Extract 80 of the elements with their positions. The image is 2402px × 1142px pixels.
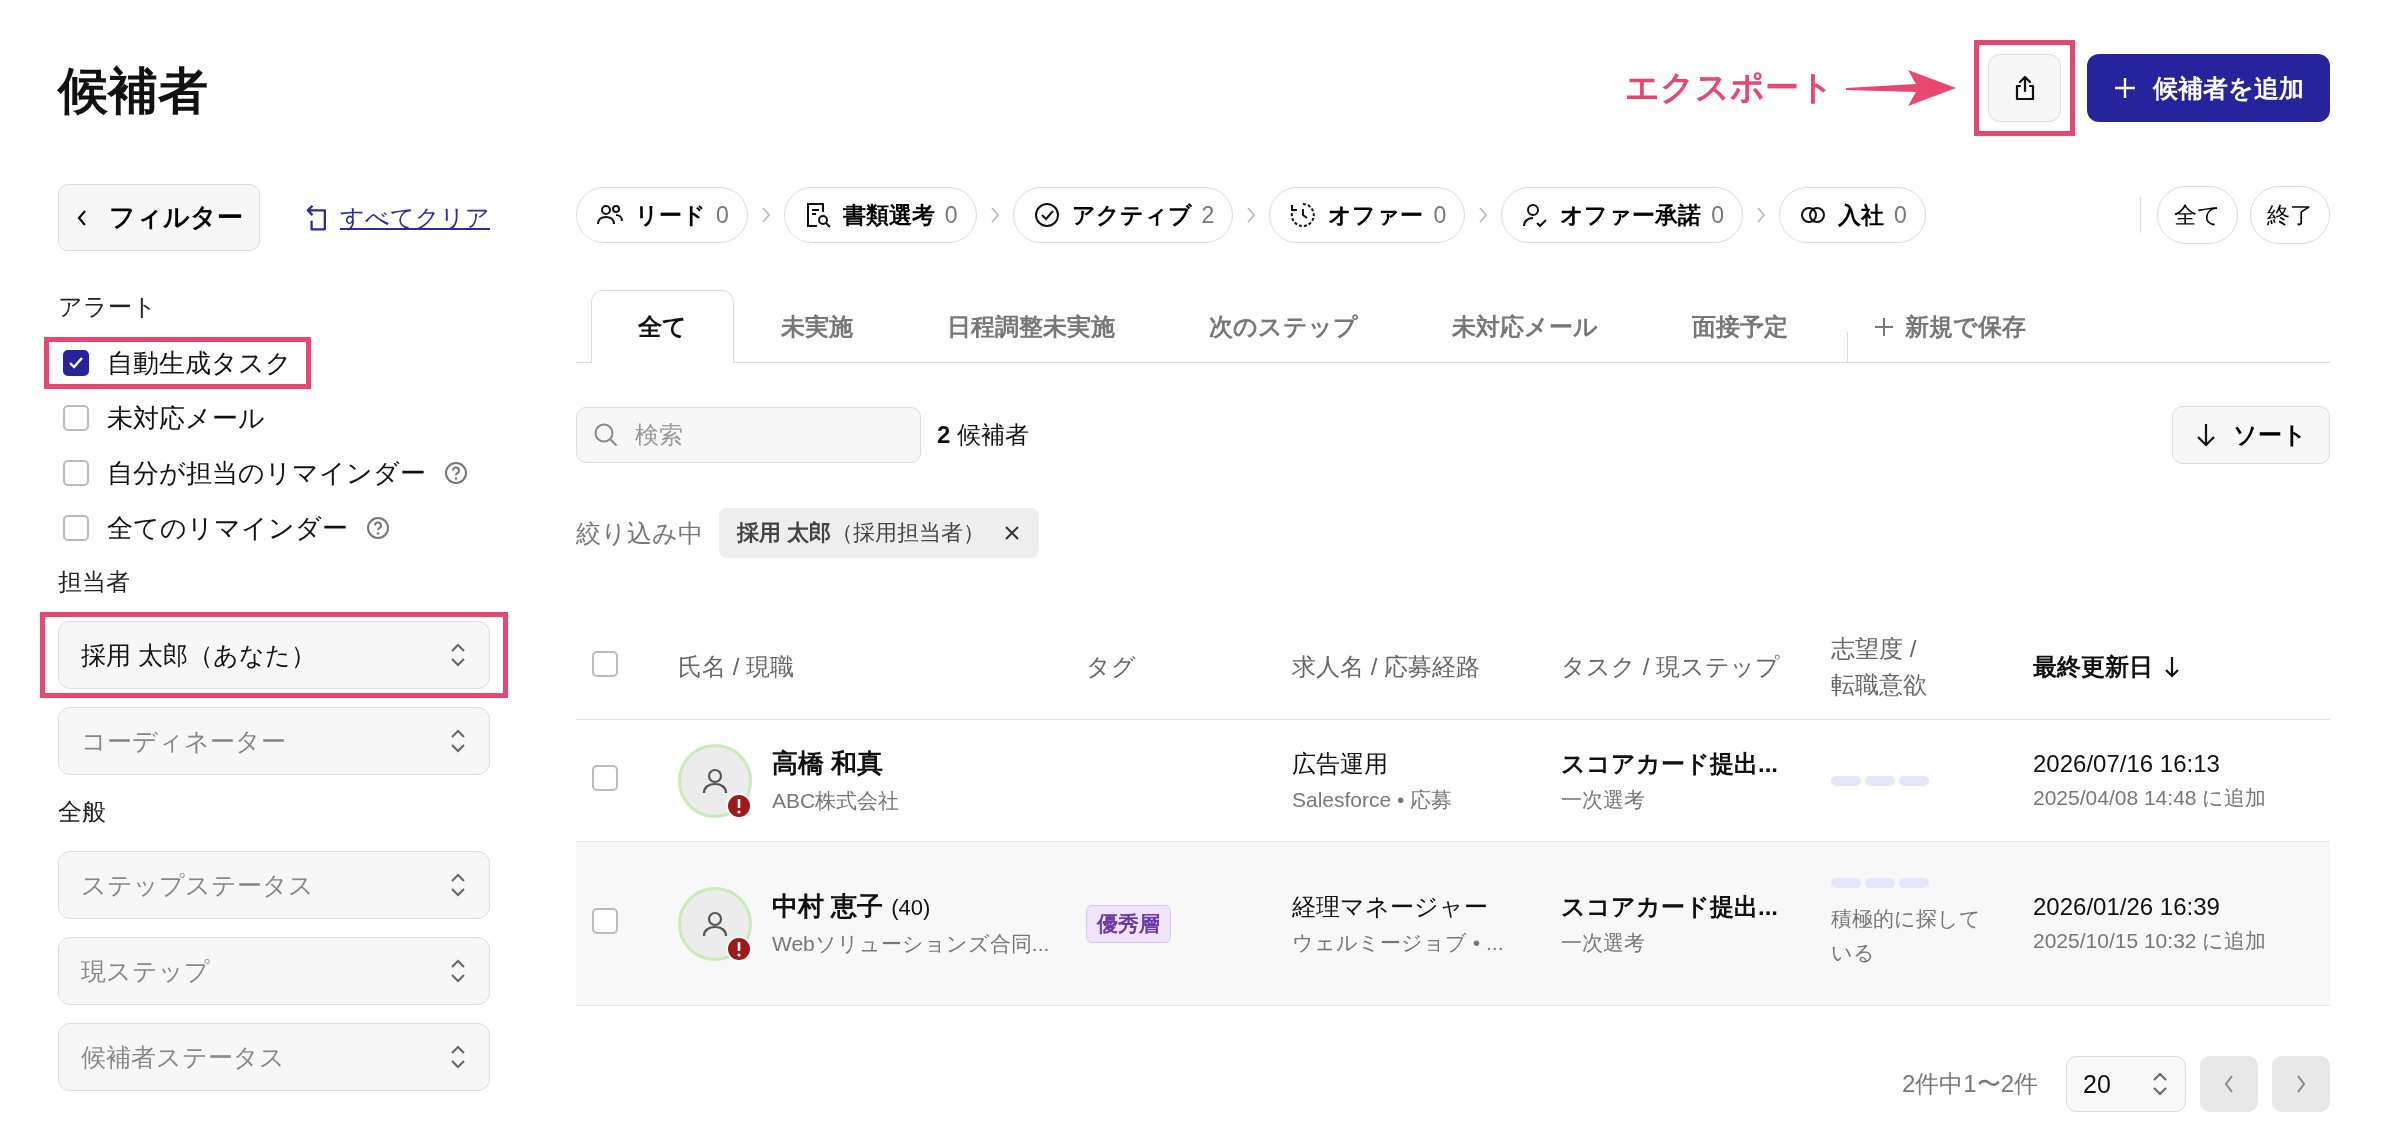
- task-name: スコアカード提出...: [1561, 748, 1779, 779]
- current-company: Webソリューションズ合同...: [772, 931, 1050, 957]
- checkbox-label: 未対応メール: [107, 401, 265, 435]
- updated-date: 2026/07/16 16:13: [2033, 749, 2221, 778]
- stage-button[interactable]: リード 0: [576, 187, 748, 243]
- checkbox-label: 全てのリマインダー: [107, 511, 348, 545]
- stage-filter-button[interactable]: 終了: [2250, 186, 2330, 244]
- plus-icon: [2113, 76, 2137, 100]
- plus-icon: [1873, 315, 1895, 338]
- active-filters-label: 絞り込み中: [576, 517, 703, 549]
- candidate-name[interactable]: 高橋 和真: [772, 746, 884, 781]
- updown-icon: [449, 1043, 467, 1071]
- export-button[interactable]: [1988, 54, 2061, 122]
- row-checkbox[interactable]: [592, 907, 618, 934]
- section-title: 担当者: [58, 567, 131, 597]
- updown-icon: [449, 871, 467, 899]
- checkbox[interactable]: [63, 515, 89, 541]
- filter-button[interactable]: フィルター: [58, 184, 260, 251]
- checkbox[interactable]: [63, 350, 89, 376]
- annotation-label: エクスポート: [1625, 67, 1834, 108]
- task-name: スコアカード提出...: [1561, 891, 1779, 922]
- job-title: 経理マネージャー: [1292, 891, 1489, 922]
- sort-button[interactable]: ソート: [2172, 406, 2330, 464]
- updown-icon: [449, 957, 467, 985]
- view-tab[interactable]: 未実施: [734, 290, 900, 362]
- stage-button[interactable]: アクティブ 2: [1012, 187, 1234, 243]
- view-tab[interactable]: 全て: [591, 290, 734, 363]
- arrow-down-icon: [2163, 654, 2181, 679]
- result-count: 2 候補者: [937, 420, 1030, 450]
- arrow-down-icon: [2195, 422, 2217, 448]
- clear-all-link[interactable]: すべてクリア: [340, 201, 490, 234]
- application-source: ウェルミージョブ • ...: [1292, 929, 1505, 956]
- select-all-checkbox[interactable]: [592, 650, 618, 677]
- checkbox-label: 自分が担当のリマインダー: [107, 456, 426, 490]
- column-header[interactable]: 志望度 / 転職意欲: [1831, 630, 1941, 703]
- stage-button[interactable]: 入社 0: [1779, 187, 1926, 243]
- view-tab[interactable]: 面接予定: [1645, 290, 1835, 362]
- candidate-name[interactable]: 中村 恵子: [772, 889, 884, 924]
- column-header[interactable]: タグ: [1086, 650, 1136, 683]
- job-search-status: 積極的に探している: [1831, 905, 1982, 966]
- select-field[interactable]: 採用 太郎（あなた）: [58, 621, 490, 689]
- added-date: 2025/10/15 10:32 に追加: [2033, 927, 2268, 954]
- page-size-select[interactable]: 20: [2066, 1056, 2186, 1112]
- checkbox-label: 自動生成タスク: [107, 346, 292, 380]
- view-tab[interactable]: 次のステップ: [1162, 290, 1405, 362]
- current-step: 一次選考: [1561, 928, 1831, 957]
- column-header[interactable]: 最終更新日: [2033, 650, 2181, 683]
- column-header[interactable]: 氏名 / 現職: [678, 650, 794, 683]
- current-step: 一次選考: [1561, 785, 1831, 814]
- close-icon[interactable]: [1003, 524, 1022, 542]
- page-title: 候補者: [58, 62, 208, 121]
- stage-button[interactable]: オファー 0: [1269, 187, 1466, 243]
- updown-icon: [449, 641, 467, 669]
- application-source: Salesforce • 応募: [1292, 786, 1454, 813]
- column-header[interactable]: タスク / 現ステップ: [1561, 650, 1780, 683]
- updown-icon: [2151, 1070, 2169, 1098]
- view-tab[interactable]: 日程調整未実施: [900, 290, 1162, 362]
- search-field[interactable]: 検索: [576, 407, 921, 463]
- stage-button[interactable]: 書類選考 0: [783, 187, 977, 243]
- section-title: アラート: [58, 292, 158, 322]
- checkbox[interactable]: [63, 405, 89, 431]
- tag: 優秀層: [1086, 904, 1171, 943]
- updown-icon: [449, 727, 467, 755]
- stage-filter-button[interactable]: 全て: [2157, 186, 2238, 244]
- column-header[interactable]: 求人名 / 応募経路: [1292, 650, 1480, 683]
- candidate-age: (40): [891, 895, 931, 921]
- updated-date: 2026/01/26 16:39: [2033, 892, 2221, 921]
- pagination-summary: 2件中1〜2件: [1901, 1069, 2038, 1099]
- section-title: 全般: [58, 797, 107, 827]
- search-icon: [592, 421, 620, 449]
- filter-chip-label: 採用 太郎（採用担当者）: [737, 519, 986, 547]
- row-checkbox[interactable]: [592, 764, 618, 791]
- save-view-button[interactable]: 新規で保存: [1860, 290, 2039, 362]
- view-tab[interactable]: 未対応メール: [1405, 290, 1645, 362]
- stage-button[interactable]: オファー承諾 0: [1501, 187, 1743, 243]
- job-title: 広告運用: [1292, 748, 1389, 779]
- added-date: 2025/04/08 14:48 に追加: [2033, 784, 2268, 811]
- add-candidate-button[interactable]: 候補者を追加: [2087, 54, 2330, 122]
- current-company: ABC株式会社: [772, 788, 900, 814]
- checkbox[interactable]: [63, 460, 89, 486]
